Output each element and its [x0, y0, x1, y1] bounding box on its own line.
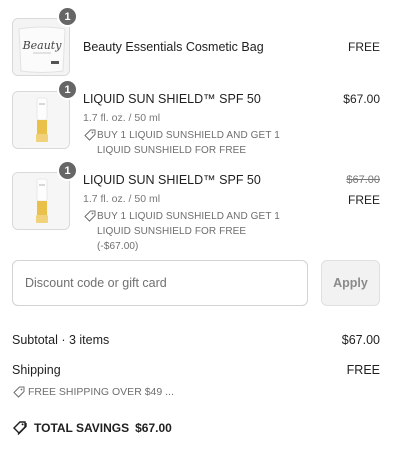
sunscreen-tube-image: [13, 173, 69, 229]
original-price: $67.00: [346, 174, 380, 186]
savings-label: TOTAL SAVINGS: [34, 421, 130, 435]
bag-logo-text: Beauty: [22, 39, 63, 52]
shipping-label: Shipping: [12, 363, 61, 377]
promo-text: BUY 1 LIQUID SUNSHIELD AND GET 1 LIQUID …: [97, 211, 280, 252]
total-savings: TOTAL SAVINGS $67.00: [12, 420, 172, 436]
cart-item: 1 LIQUID SUN SHIELD™ SPF 50 1.7 fl. oz. …: [12, 160, 380, 252]
item-promo: BUY 1 LIQUID SUNSHIELD AND GET 1 LIQUID …: [83, 209, 288, 254]
product-thumbnail: Beauty: [12, 18, 70, 76]
quantity-badge: 1: [57, 160, 78, 181]
quantity-badge: 1: [57, 6, 78, 27]
item-price: FREE: [347, 193, 380, 207]
item-name: LIQUID SUN SHIELD™ SPF 50: [83, 92, 261, 106]
product-thumbnail: [12, 172, 70, 230]
discount-code-input[interactable]: [12, 260, 308, 306]
savings-value: $67.00: [135, 421, 172, 435]
promo-text: BUY 1 LIQUID SUNSHIELD AND GET 1 LIQUID …: [97, 130, 280, 156]
discount-row: Apply: [12, 260, 380, 306]
shipping-promo-text: FREE SHIPPING OVER $49 ...: [28, 386, 174, 398]
item-price: FREE: [347, 40, 380, 54]
tag-icon: [13, 386, 25, 398]
item-name: LIQUID SUN SHIELD™ SPF 50: [83, 173, 261, 187]
shipping-value: FREE: [346, 363, 380, 377]
subtotal-label: Subtotal · 3 items: [12, 333, 110, 347]
savings-tag-icon: [13, 421, 27, 435]
cart-item: 1 LIQUID SUN SHIELD™ SPF 50 1.7 fl. oz. …: [12, 79, 380, 156]
shipping-row: Shipping FREE: [12, 363, 380, 377]
cart-item: Beauty 1 Beauty Essentials Cosmetic Bag …: [12, 6, 380, 76]
subtotal-value: $67.00: [341, 333, 380, 347]
shipping-promo: FREE SHIPPING OVER $49 ...: [12, 386, 174, 398]
subtotal-row: Subtotal · 3 items $67.00: [12, 333, 380, 347]
tag-icon: [84, 210, 96, 222]
cosmetic-bag-image: Beauty: [13, 19, 69, 75]
quantity-badge: 1: [57, 79, 78, 100]
item-variant: 1.7 fl. oz. / 50 ml: [83, 112, 161, 124]
item-name: Beauty Essentials Cosmetic Bag: [83, 40, 264, 54]
item-price-block: $67.00 FREE: [346, 172, 380, 208]
item-price: $67.00: [343, 92, 380, 106]
item-promo: BUY 1 LIQUID SUNSHIELD AND GET 1 LIQUID …: [83, 128, 288, 158]
item-variant: 1.7 fl. oz. / 50 ml: [83, 193, 161, 205]
tag-icon: [84, 129, 96, 141]
sunscreen-tube-image: [13, 92, 69, 148]
product-thumbnail: [12, 91, 70, 149]
apply-button[interactable]: Apply: [321, 260, 380, 306]
